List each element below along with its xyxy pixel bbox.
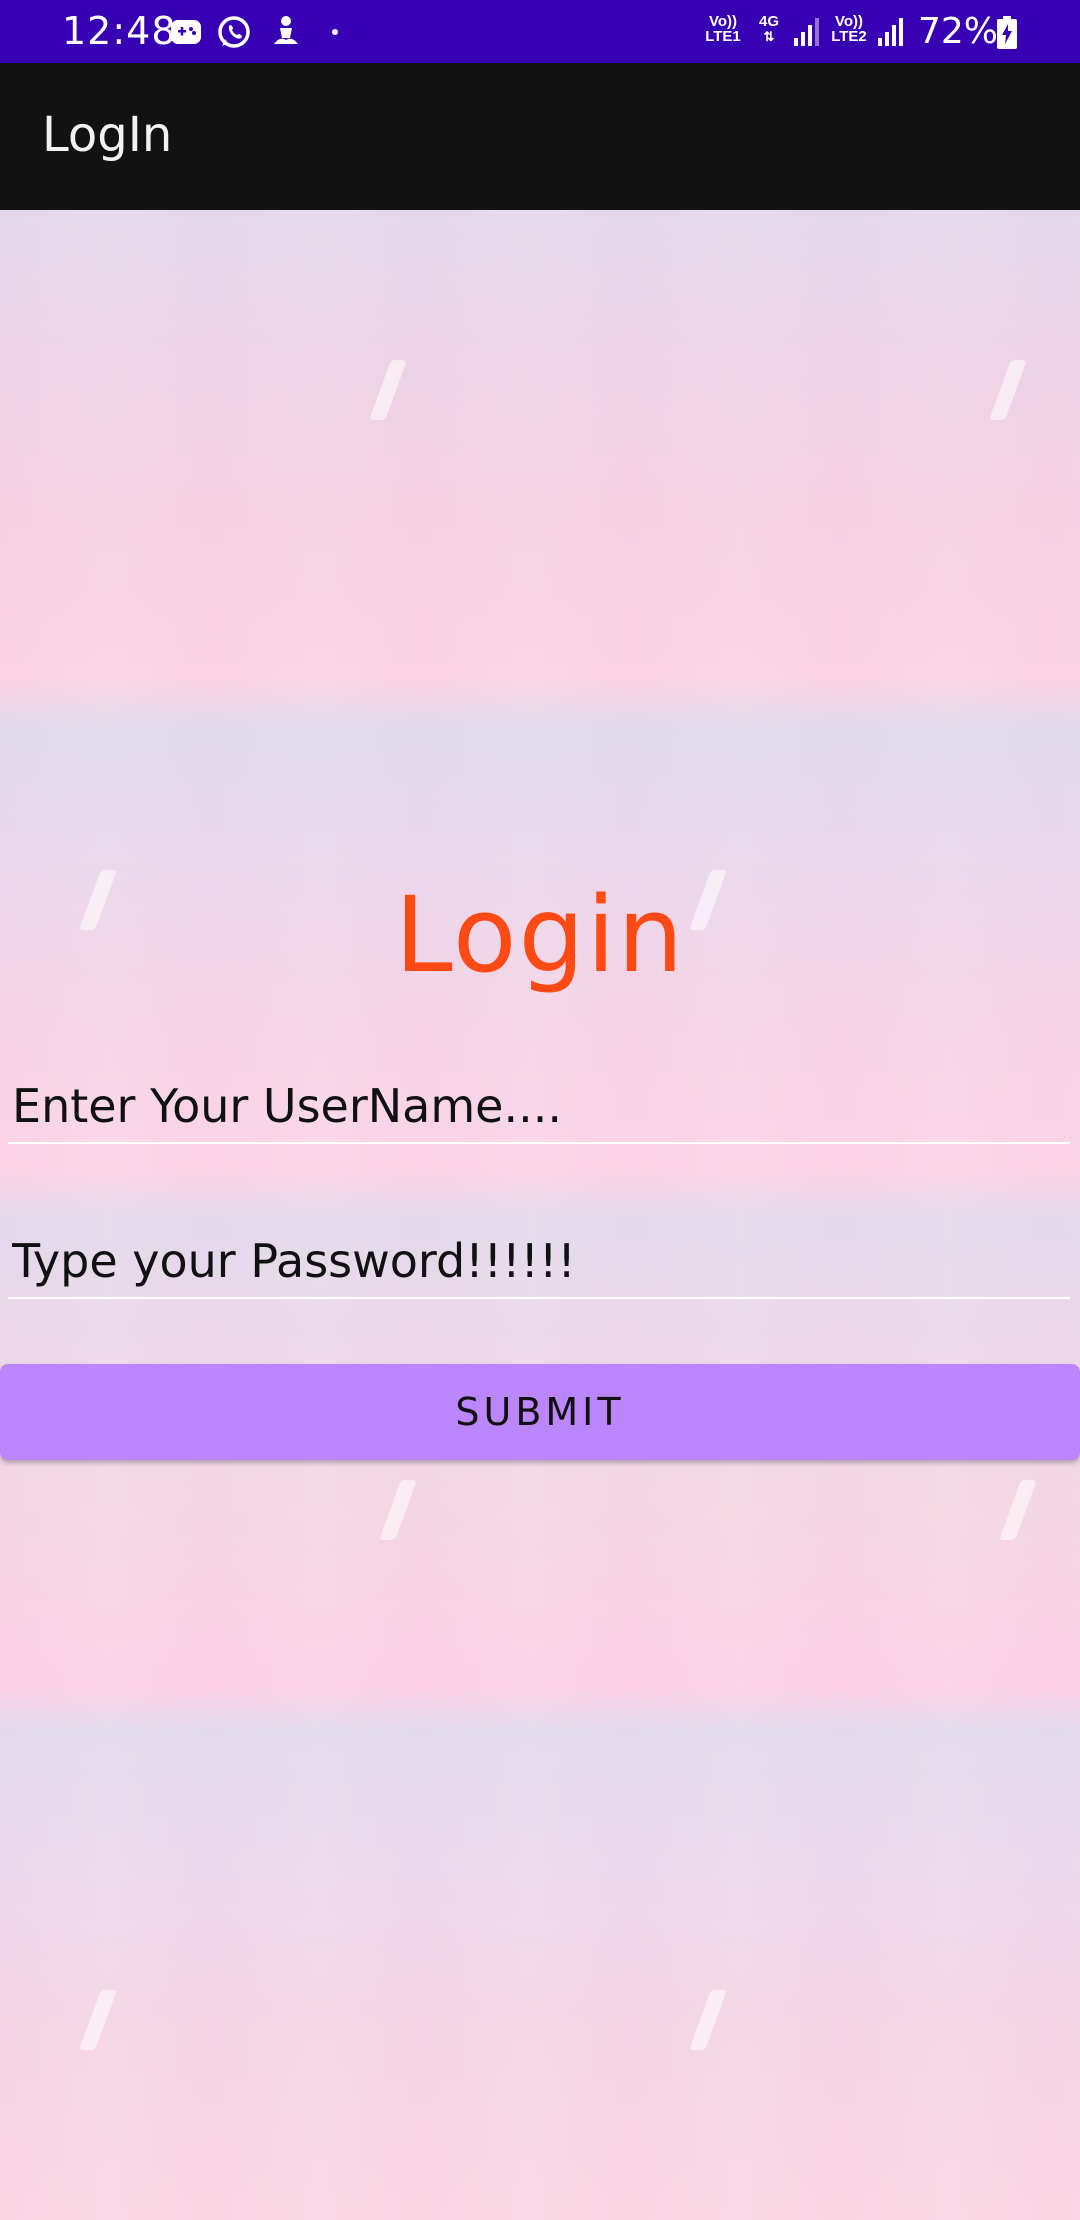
username-input[interactable]	[8, 1070, 1070, 1144]
sim2-volte-label: Vo)) LTE2	[826, 14, 872, 44]
background-glint	[999, 1480, 1037, 1540]
dot-icon	[332, 29, 338, 35]
network-type: 4G	[758, 13, 779, 30]
game-icon	[171, 20, 201, 44]
sim1-volte-top: Vo))	[708, 13, 738, 30]
sim2-lte-label: LTE2	[831, 28, 867, 45]
sim2-volte-top: Vo))	[834, 13, 864, 30]
background-glint	[379, 1480, 417, 1540]
sim1-lte-label: LTE1	[705, 28, 741, 45]
battery-charging-icon	[997, 16, 1017, 49]
signal-icon-sim1	[794, 18, 819, 46]
network-type-label: 4G ⇅	[752, 14, 786, 44]
person-icon	[274, 16, 298, 44]
data-arrows-icon: ⇅	[763, 29, 775, 44]
password-input[interactable]	[8, 1225, 1070, 1299]
sim1-volte-label: Vo)) LTE1	[700, 14, 746, 44]
app-bar-title: LogIn	[42, 107, 173, 163]
status-bar: 12:48 Vo)) LTE1 4G ⇅ Vo)) LTE2 72%	[0, 0, 1080, 63]
background-glint	[689, 1990, 727, 2050]
signal-icon-sim2	[878, 18, 903, 46]
app-bar: LogIn	[0, 63, 1080, 210]
background-glint	[369, 360, 407, 420]
submit-button[interactable]: SUBMIT	[0, 1364, 1080, 1460]
background-glint	[989, 360, 1027, 420]
whatsapp-icon	[218, 16, 250, 48]
background-image	[0, 210, 1080, 2220]
battery-percent: 72%	[918, 11, 999, 52]
background-glint	[79, 1990, 117, 2050]
login-heading: Login	[394, 874, 686, 996]
status-time: 12:48	[62, 9, 177, 53]
